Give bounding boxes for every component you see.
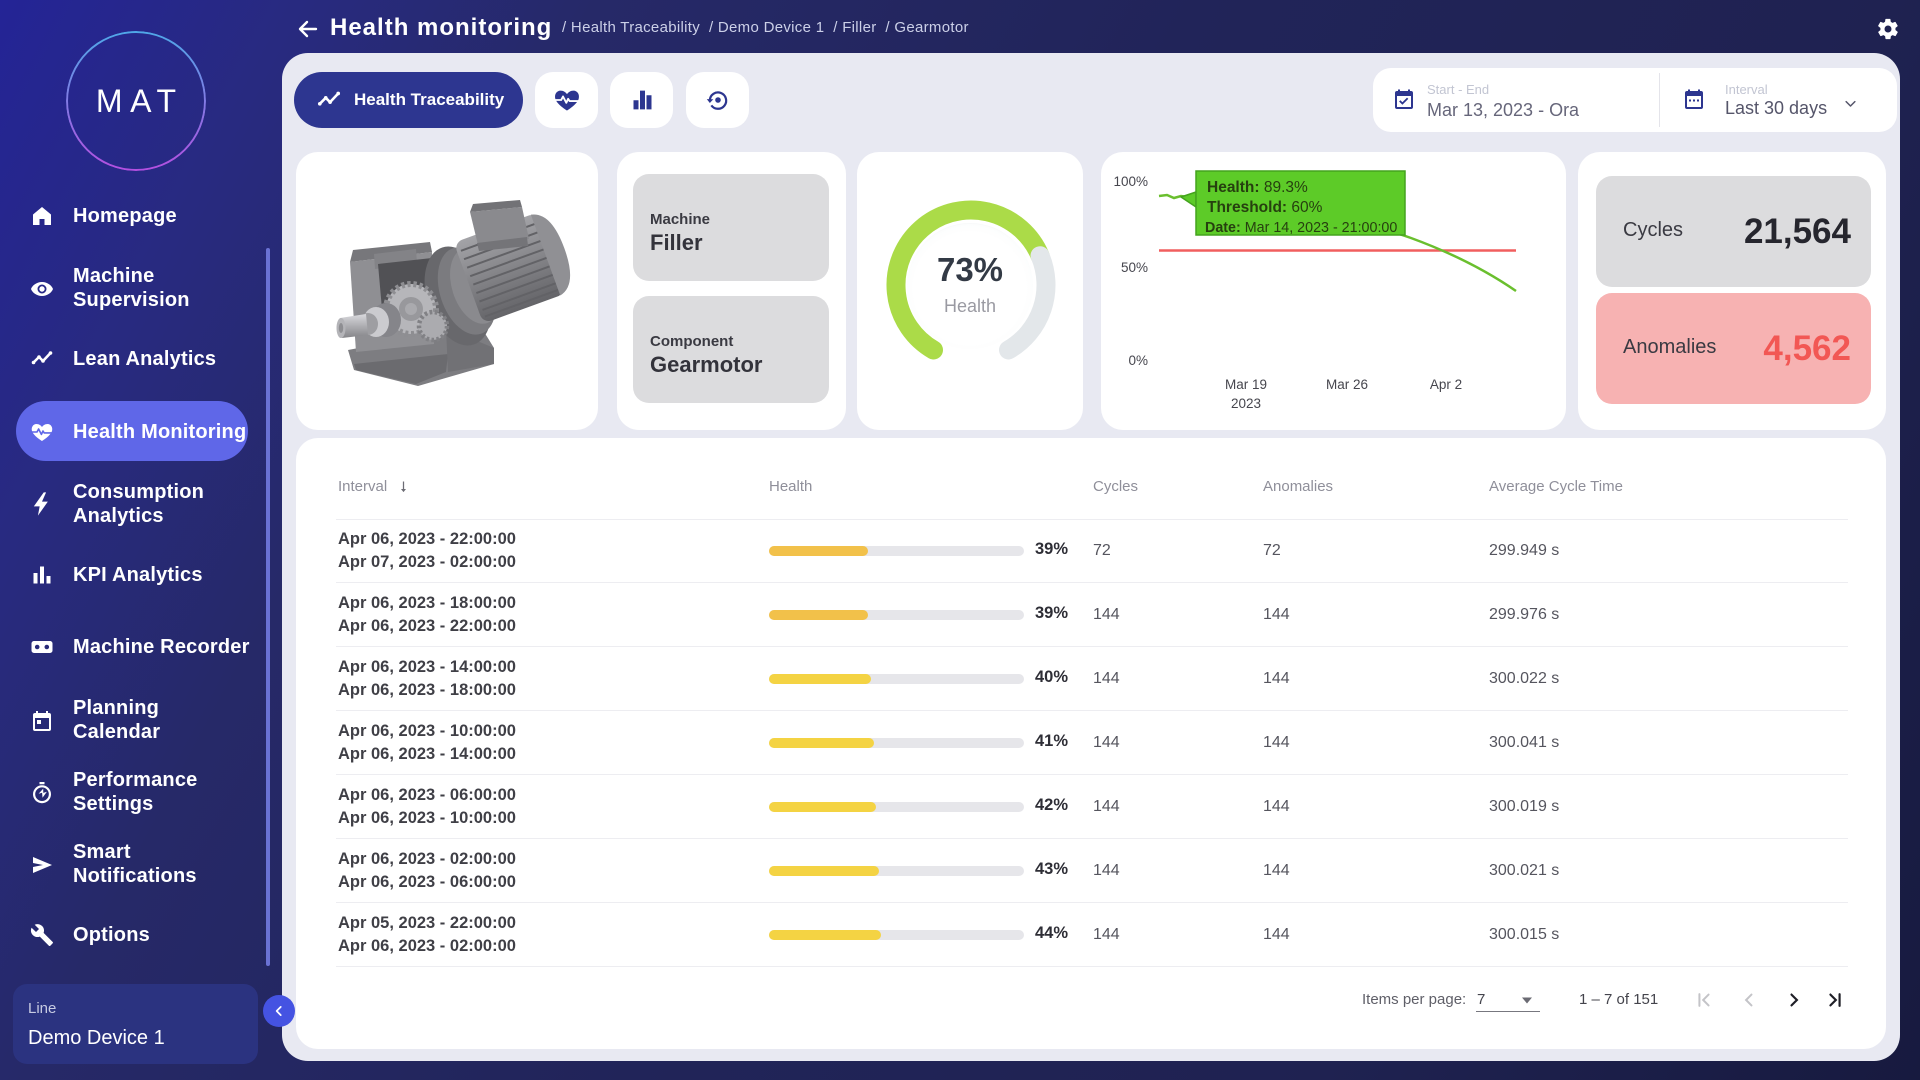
svg-text:100%: 100%	[1113, 174, 1148, 189]
svg-text:Mar 26: Mar 26	[1326, 377, 1368, 392]
svg-text:50%: 50%	[1121, 260, 1148, 275]
svg-text:Apr 2: Apr 2	[1430, 377, 1462, 392]
svg-text:Health: Health	[944, 296, 996, 316]
svg-text:2023: 2023	[1231, 396, 1261, 411]
svg-text:Threshold: 60%: Threshold: 60%	[1207, 199, 1323, 216]
svg-text:Health: 89.3%: Health: 89.3%	[1207, 179, 1308, 196]
svg-text:Mar 19: Mar 19	[1225, 377, 1267, 392]
svg-text:Date: Mar 14, 2023 - 21:00:00: Date: Mar 14, 2023 - 21:00:00	[1205, 220, 1397, 236]
svg-text:73%: 73%	[937, 251, 1003, 288]
svg-text:0%: 0%	[1128, 353, 1148, 368]
